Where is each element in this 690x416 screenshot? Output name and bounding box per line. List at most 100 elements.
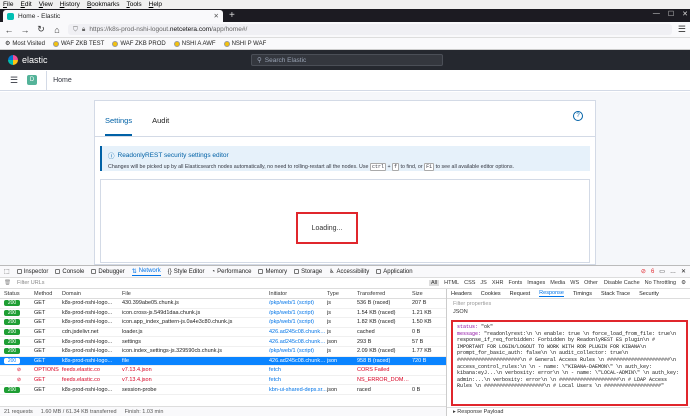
filter-css[interactable]: CSS xyxy=(464,280,475,286)
tab-inspector[interactable]: Inspector xyxy=(16,269,48,275)
space-avatar[interactable]: D xyxy=(27,75,38,85)
menu-tools[interactable]: Tools xyxy=(126,1,141,8)
filter-properties-input[interactable]: Filter properties xyxy=(447,299,690,309)
settings-gear-icon[interactable]: ⚙ xyxy=(681,280,686,286)
cell-initiator: kbn-ui-shared-deps.sr... xyxy=(269,386,327,393)
url-bar[interactable]: ⛉ 🔒︎ https://k8s-prod-nshi-logout.netcet… xyxy=(68,24,672,35)
minimize-icon[interactable]: — xyxy=(653,10,660,18)
filter-ws[interactable]: WS xyxy=(570,280,579,286)
pick-element-icon[interactable]: ⬚ xyxy=(4,268,10,275)
table-row[interactable]: 200 GET cdn.jsdelivr.net loader.js 426.ad245… xyxy=(0,328,446,338)
bookmark-nshi-a-awf[interactable]: NSHI A AWF xyxy=(173,40,216,47)
close-window-icon[interactable]: ✕ xyxy=(682,10,688,18)
filter-all[interactable]: All xyxy=(428,280,440,286)
filter-media[interactable]: Media xyxy=(550,280,565,286)
back-icon[interactable]: ← xyxy=(4,25,14,35)
table-row[interactable]: 200 GET k8s-prod-nshi-logo... icon.cross-js… xyxy=(0,309,446,319)
filter-urls-input[interactable]: Filter URLs xyxy=(17,280,45,286)
throttling-select[interactable]: No Throttling xyxy=(645,280,676,286)
type-filters: All HTML CSS JS XHR Fonts Images Media W… xyxy=(428,280,598,286)
table-row[interactable]: 200 GET k8s-prod-nshi-logo... session-probe… xyxy=(0,385,446,395)
col-method[interactable]: Method xyxy=(34,291,62,297)
help-icon[interactable]: ? xyxy=(573,111,583,121)
filter-js[interactable]: JS xyxy=(480,280,486,286)
responsive-icon[interactable]: ▭ xyxy=(659,268,665,275)
bookmark-waf-zkb-prod[interactable]: WAF ZKB PROD xyxy=(112,40,166,47)
col-initiator[interactable]: Initiator xyxy=(269,291,327,297)
filter-images[interactable]: Images xyxy=(527,280,545,286)
col-transferred[interactable]: Transferred xyxy=(357,291,412,297)
tab-console[interactable]: Console xyxy=(55,269,84,275)
browser-tab[interactable]: Home - Elastic ✕ xyxy=(3,10,223,22)
menu-file[interactable]: File xyxy=(3,1,14,8)
error-icon[interactable]: ⊘ xyxy=(641,268,646,275)
window-controls: — ☐ ✕ xyxy=(653,10,688,18)
cell-size: 207 B xyxy=(412,300,427,307)
menu-bookmarks[interactable]: Bookmarks xyxy=(87,1,120,8)
bookmark-nshi-p-waf[interactable]: NSHI P WAF xyxy=(223,40,266,47)
tab-request[interactable]: Request xyxy=(510,291,531,297)
menu-edit[interactable]: Edit xyxy=(21,1,32,8)
tab-settings[interactable]: Settings xyxy=(105,116,133,136)
json-section-label[interactable]: JSON xyxy=(447,309,690,317)
filter-fonts[interactable]: Fonts xyxy=(508,280,522,286)
tab-storage[interactable]: Storage xyxy=(294,269,322,275)
filter-xhr[interactable]: XHR xyxy=(492,280,504,286)
browser-menu-icon[interactable]: ☰ xyxy=(678,24,686,35)
search-input[interactable]: ⚲ Search Elastic xyxy=(251,54,443,66)
more-options-icon[interactable]: … xyxy=(670,269,676,275)
table-row[interactable]: ⊘ GET feeds.elastic.co v7.13.4.json fetch NS_… xyxy=(0,376,446,386)
table-row[interactable]: 200 GET k8s-prod-nshi-logo... 430.399abe05.… xyxy=(0,299,446,309)
maximize-icon[interactable]: ☐ xyxy=(668,10,674,18)
menu-view[interactable]: View xyxy=(39,1,53,8)
tab-security[interactable]: Security xyxy=(639,291,659,297)
close-tab-icon[interactable]: ✕ xyxy=(214,12,219,20)
col-status[interactable]: Status xyxy=(4,291,34,297)
table-row[interactable]: 200 GET k8s-prod-nshi-logo... icon.index_se… xyxy=(0,347,446,357)
shield-icon[interactable]: ⛉ xyxy=(73,26,78,34)
menu-help[interactable]: Help xyxy=(149,1,162,8)
tab-audit[interactable]: Audit xyxy=(152,116,169,136)
close-devtools-icon[interactable]: ✕ xyxy=(681,268,686,275)
settings-tabs: Settings Audit ? xyxy=(95,101,595,137)
forward-icon[interactable]: → xyxy=(20,25,30,35)
col-file[interactable]: File xyxy=(122,291,269,297)
trash-icon[interactable]: 🗑︎ xyxy=(4,280,11,286)
col-type[interactable]: Type xyxy=(327,291,357,297)
tab-response[interactable]: Response xyxy=(539,290,564,297)
menu-history[interactable]: History xyxy=(60,1,80,8)
home-icon[interactable]: ⌂ xyxy=(52,25,62,35)
bookmark-most-visited[interactable]: ⚙ Most Visited xyxy=(5,40,45,48)
tab-headers[interactable]: Headers xyxy=(451,291,472,297)
new-tab-icon[interactable]: + xyxy=(223,10,241,22)
tab-application[interactable]: Application xyxy=(376,269,413,275)
lock-icon[interactable]: 🔒︎ xyxy=(82,26,85,34)
table-row[interactable]: 200 GET k8s-prod-nshi-logo... file 426.ad245… xyxy=(0,356,446,367)
table-row[interactable]: 200 GET k8s-prod-nshi-logo... settings 426.a… xyxy=(0,337,446,347)
elastic-logo[interactable]: elastic xyxy=(8,55,48,65)
hamburger-menu-icon[interactable]: ☰ xyxy=(10,75,18,86)
request-list: Status Method Domain File Initiator Type… xyxy=(0,289,446,416)
table-row[interactable]: ⊘ OPTIONS feeds.elastic.co v7.13.4.json fetc… xyxy=(0,366,446,376)
table-row[interactable]: 200 GET k8s-prod-nshi-logo... icon.app_inde… xyxy=(0,318,446,328)
filter-other[interactable]: Other xyxy=(584,280,598,286)
cell-file: loader.js xyxy=(122,329,143,336)
cell-method: GET xyxy=(34,300,46,307)
tab-debugger[interactable]: Debugger xyxy=(91,269,125,275)
tab-stack-trace[interactable]: Stack Trace xyxy=(601,291,630,297)
disable-cache-checkbox[interactable]: Disable Cache xyxy=(604,280,640,286)
col-domain[interactable]: Domain xyxy=(62,291,122,297)
tab-memory[interactable]: Memory xyxy=(258,269,287,275)
bookmark-waf-zkb-test[interactable]: WAF ZKB TEST xyxy=(52,40,104,47)
tab-performance[interactable]: ◔ Performance xyxy=(211,269,251,275)
tab-timings[interactable]: Timings xyxy=(573,291,592,297)
kibana-breadcrumb-bar: ☰ D Home xyxy=(0,70,690,91)
reload-icon[interactable]: ↻ xyxy=(36,24,46,35)
tab-accessibility[interactable]: ♿︎ Accessibility xyxy=(329,268,369,276)
tab-network[interactable]: ⇅ Network xyxy=(131,268,161,276)
tab-style-editor[interactable]: {} Style Editor xyxy=(168,269,205,275)
cell-domain: k8s-prod-nshi-logo... xyxy=(62,300,113,307)
filter-html[interactable]: HTML xyxy=(444,280,459,286)
tab-cookies[interactable]: Cookies xyxy=(481,291,501,297)
col-size[interactable]: Size xyxy=(412,291,450,297)
